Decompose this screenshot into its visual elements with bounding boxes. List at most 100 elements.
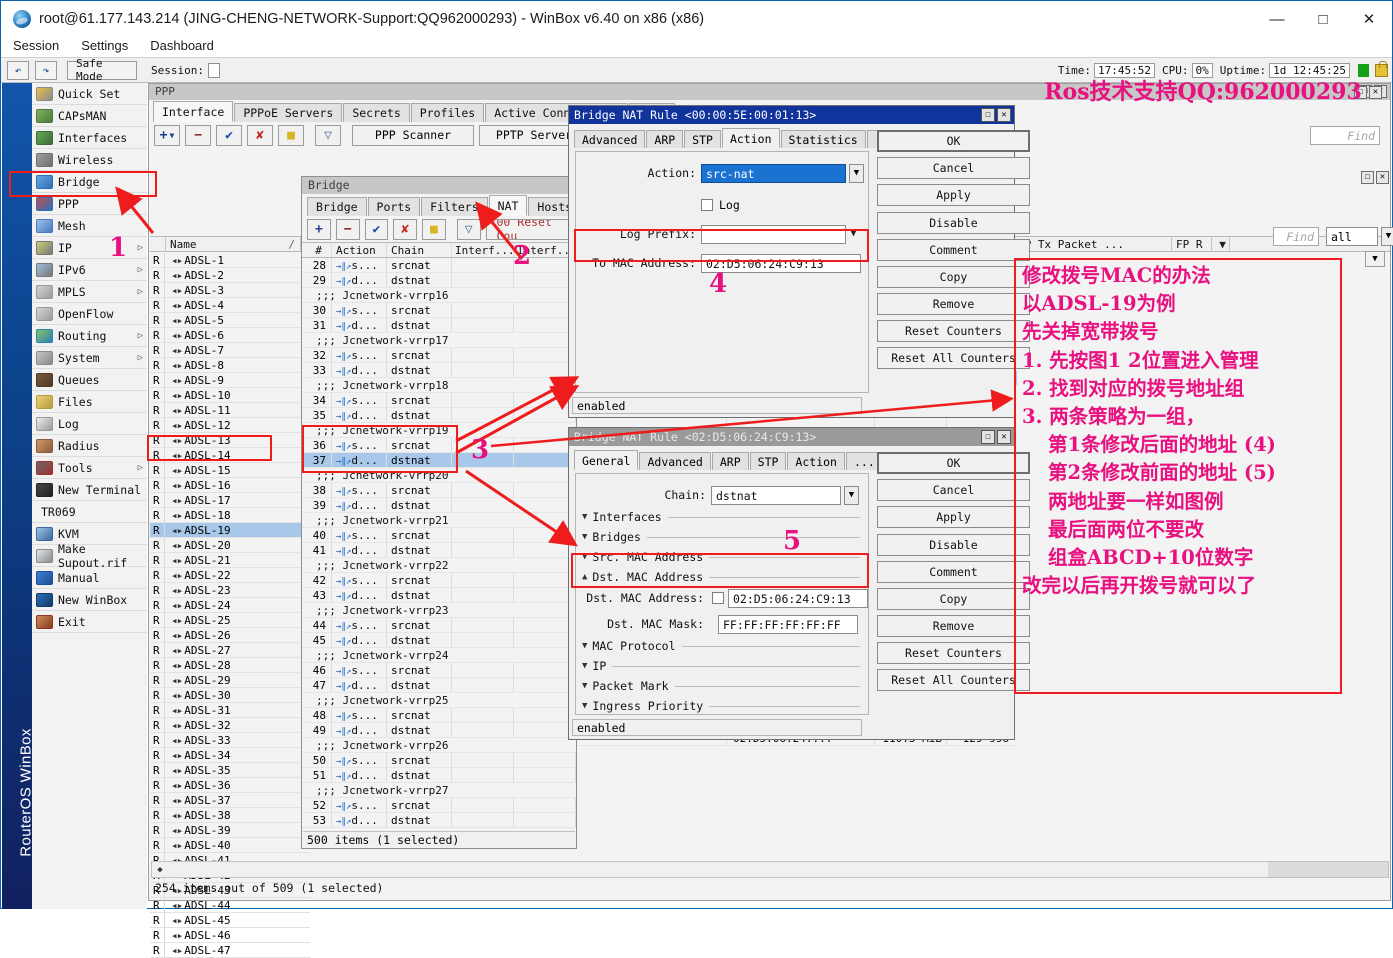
sidebar-item-log[interactable]: Log [32,413,147,435]
sidebar-item-quick-set[interactable]: Quick Set [32,83,147,105]
nat-col-action[interactable]: Action [332,243,387,257]
ppp-disable-button[interactable]: ✘ [247,124,273,146]
action-select-value[interactable]: src-nat [701,163,846,183]
tab-nat[interactable]: NAT [488,195,528,216]
action-reset-all-counters-button[interactable]: Reset All Counters [877,347,1030,369]
ppp-interface-row[interactable]: R ◂▸ ADSL-15 [150,463,310,478]
ppp-interface-row[interactable]: R ◂▸ ADSL-19 [150,523,310,538]
ppp-interface-row[interactable]: R ◂▸ ADSL-32 [150,718,310,733]
dtab-statistics[interactable]: Statistics [780,130,866,148]
ppp-interface-row[interactable]: R ◂▸ ADSL-38 [150,808,310,823]
ppp-interface-row[interactable]: R ◂▸ ADSL-35 [150,763,310,778]
sidebar-item-mpls[interactable]: MPLS ▷ [32,281,147,303]
action-reset-counters-button[interactable]: Reset Counters [877,320,1030,342]
nat-rule-row[interactable]: 43 →∥↗d... dstnat [302,588,576,603]
ppp-interface-row[interactable]: R ◂▸ ADSL-36 [150,778,310,793]
ppp-find-input[interactable]: Find [1310,125,1380,145]
inner1-close-button[interactable]: ✕ [1376,171,1389,184]
section-ingress-priority[interactable]: ▼ Ingress Priority [576,698,868,714]
col-fp-tx-packet[interactable]: FP Tx Packet ... [1014,237,1172,251]
sidebar-item-interfaces[interactable]: Interfaces [32,127,147,149]
nat-col-chain[interactable]: Chain [387,243,452,257]
ppp-interface-row[interactable]: R ◂▸ ADSL-20 [150,538,310,553]
nat-rule-row[interactable]: 49 →∥↗d... dstnat [302,723,576,738]
action-dialog-close-button[interactable]: ✕ [997,108,1011,122]
bridge-enable-button[interactable]: ✔ [364,218,389,240]
sidebar-item-tools[interactable]: Tools ▷ [32,457,147,479]
nat-rule-row[interactable]: 32 →∥↗s... srcnat [302,348,576,363]
ppp-interface-row[interactable]: R ◂▸ ADSL-5 [150,313,310,328]
sidebar-item-system[interactable]: System ▷ [32,347,147,369]
nat-rule-row[interactable]: 47 →∥↗d... dstnat [302,678,576,693]
general-remove-button[interactable]: Remove [877,615,1030,637]
nat-comment-row[interactable]: ;;; Jcnetwork-vrrp18 [302,378,576,393]
chain-dropdown-icon[interactable]: ▼ [844,485,859,505]
tab-ports[interactable]: Ports [367,197,421,216]
action-copy-button[interactable]: Copy [877,266,1030,288]
ppp-interface-row[interactable]: R ◂▸ ADSL-21 [150,553,310,568]
safe-mode-button[interactable]: Safe Mode [67,57,137,83]
ppp-horizontal-scrollbar[interactable]: ◆ [151,861,1389,878]
nat-rule-row[interactable]: 53 →∥↗d... dstnat [302,813,576,828]
sidebar-item-queues[interactable]: Queues [32,369,147,391]
ppp-interface-row[interactable]: R ◂▸ ADSL-34 [150,748,310,763]
ppp-interface-row[interactable]: R ◂▸ ADSL-1 [150,253,310,268]
menu-item-dashboard[interactable]: Dashboard [150,38,214,53]
chain-select-value[interactable]: dstnat [711,485,841,505]
ppp-interface-row[interactable]: R ◂▸ ADSL-37 [150,793,310,808]
nat-rule-row[interactable]: 31 →∥↗d... dstnat [302,318,576,333]
nat-rule-row[interactable]: 30 →∥↗s... srcnat [302,303,576,318]
ppp-interface-row[interactable]: R ◂▸ ADSL-7 [150,343,310,358]
ppp-comment-button[interactable]: ■ [278,124,304,146]
col-flag[interactable] [150,237,166,251]
ppp-interface-row[interactable]: R ◂▸ ADSL-17 [150,493,310,508]
nat-rule-row[interactable]: 50 →∥↗s... srcnat [302,753,576,768]
gtab-action[interactable]: Action [787,452,845,470]
section-mac-protocol[interactable]: ▼ MAC Protocol [576,638,868,654]
nat-comment-row[interactable]: ;;; Jcnetwork-vrrp16 [302,288,576,303]
scroll-left-icon[interactable]: ◆ [152,865,168,875]
general-copy-button[interactable]: Copy [877,588,1030,610]
gtab-arp[interactable]: ARP [711,452,749,470]
nat-rule-row[interactable]: 42 →∥↗s... srcnat [302,573,576,588]
sidebar-item-manual[interactable]: Manual [32,567,147,589]
action-dialog-maximize-button[interactable]: ☐ [981,108,995,122]
ppp-interface-row[interactable]: R ◂▸ ADSL-33 [150,733,310,748]
nat-comment-row[interactable]: ;;; Jcnetwork-vrrp19 [302,423,576,438]
filter-all-select[interactable]: all [1326,227,1378,246]
nat-comment-row[interactable]: ;;; Jcnetwork-vrrp20 [302,468,576,483]
nat-rule-row[interactable]: 34 →∥↗s... srcnat [302,393,576,408]
menu-item-settings[interactable]: Settings [81,38,128,53]
ppp-interface-row[interactable]: R ◂▸ ADSL-26 [150,628,310,643]
bridge-add-button[interactable]: + [307,218,331,240]
action-ok-button[interactable]: OK [877,130,1030,152]
nat-rule-row[interactable]: 41 →∥↗d... dstnat [302,543,576,558]
tab-pppoe-servers[interactable]: PPPoE Servers [234,103,343,122]
ppp-interface-row[interactable]: R ◂▸ ADSL-11 [150,403,310,418]
dtab-advanced[interactable]: Advanced [574,130,646,148]
gtab-advanced[interactable]: Advanced [639,452,711,470]
sidebar-item-ppp[interactable]: PPP [32,193,147,215]
section-bridges[interactable]: ▼ Bridges [576,529,868,545]
col-fp-r[interactable]: FP R [1172,237,1212,251]
menu-item-session[interactable]: Session [13,38,59,53]
sidebar-item-routing[interactable]: Routing ▷ [32,325,147,347]
reset-counters-button[interactable]: 00 Reset Cou [485,218,571,240]
ppp-interface-row[interactable]: R ◂▸ ADSL-29 [150,673,310,688]
ppp-interface-row[interactable]: R ◂▸ ADSL-25 [150,613,310,628]
bridge-remove-button[interactable]: − [335,218,360,240]
ppp-add-button[interactable]: + ▼ [154,124,180,146]
ppp-interface-row[interactable]: R ◂▸ ADSL-27 [150,643,310,658]
nat-rule-row[interactable]: 52 →∥↗s... srcnat [302,798,576,813]
log-prefix-dropdown-icon[interactable]: ▼ [846,229,861,239]
general-dialog-close-button[interactable]: ✕ [997,430,1011,444]
sidebar-item-ipv6[interactable]: IPv6 ▷ [32,259,147,281]
ppp-interface-row[interactable]: R ◂▸ ADSL-2 [150,268,310,283]
dtab-action[interactable]: Action [721,128,780,148]
bridge-comment-button[interactable]: ■ [422,218,446,240]
nat-rule-row[interactable]: 35 →∥↗d... dstnat [302,408,576,423]
ppp-interface-row[interactable]: R ◂▸ ADSL-40 [150,838,310,853]
column-menu-button[interactable]: ▼ [1212,237,1230,251]
ppp-interface-row[interactable]: R ◂▸ ADSL-3 [150,283,310,298]
log-prefix-input[interactable] [701,224,846,244]
